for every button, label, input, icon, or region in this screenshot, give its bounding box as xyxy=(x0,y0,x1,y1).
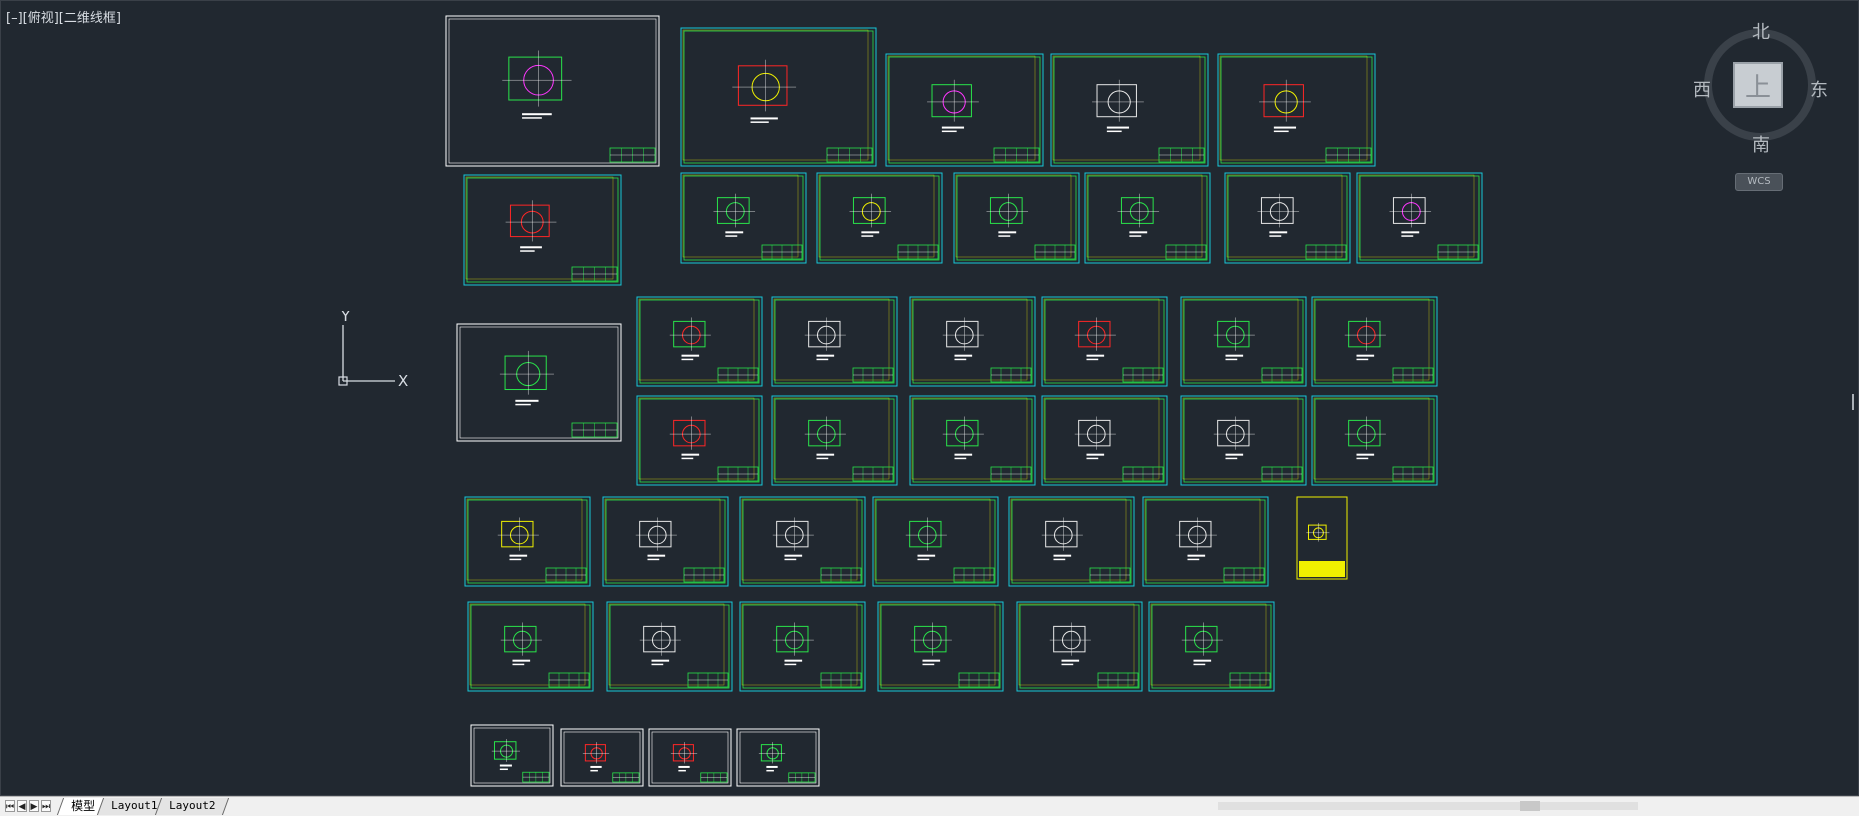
drawing-sheet[interactable] xyxy=(739,601,866,692)
drawing-sheet[interactable] xyxy=(648,728,732,787)
horizontal-scroll-thumb[interactable] xyxy=(1520,801,1540,811)
drawing-sheet[interactable] xyxy=(1296,496,1348,580)
drawing-sheet[interactable] xyxy=(636,296,763,387)
layout-tab-bar: ⏮ ◀ ▶ ⏭ 模型 Layout1 Layout2 xyxy=(0,796,1859,816)
tab-model-label: 模型 xyxy=(71,799,96,813)
drawing-sheet[interactable] xyxy=(739,496,866,587)
drawing-sheet[interactable] xyxy=(463,174,622,286)
drawing-sheet[interactable] xyxy=(1311,395,1438,486)
drawing-sheet[interactable] xyxy=(602,496,729,587)
drawing-sheet[interactable] xyxy=(1041,395,1168,486)
drawing-sheet[interactable] xyxy=(467,601,594,692)
tab-layout2-label: Layout2 xyxy=(169,799,216,812)
sheets-canvas xyxy=(445,15,1483,787)
tab-layout1-label: Layout1 xyxy=(111,799,158,812)
compass-east[interactable]: 东 xyxy=(1810,76,1828,102)
drawing-sheet[interactable] xyxy=(816,172,943,264)
ucs-x-label: X xyxy=(398,372,408,390)
viewcube-icon[interactable]: 上 北 南 东 西 xyxy=(1693,15,1828,156)
drawing-sheet[interactable] xyxy=(680,27,877,167)
drawing-sheet[interactable] xyxy=(877,601,1004,692)
drawing-sheet[interactable] xyxy=(872,496,999,587)
drawing-sheet[interactable] xyxy=(1084,172,1211,264)
drawing-sheet[interactable] xyxy=(771,395,898,486)
compass-north[interactable]: 北 xyxy=(1752,18,1770,44)
drawing-sheet[interactable] xyxy=(736,728,820,787)
drawing-sheet[interactable] xyxy=(1217,53,1376,167)
last-tab-icon[interactable]: ⏭ xyxy=(41,800,51,812)
drawing-sheet[interactable] xyxy=(1008,496,1135,587)
tab-layout2[interactable]: Layout2 xyxy=(154,798,230,815)
compass-south[interactable]: 南 xyxy=(1752,131,1770,157)
drawing-sheet[interactable] xyxy=(1356,172,1483,264)
drawing-sheet[interactable] xyxy=(1224,172,1351,264)
drawing-sheet[interactable] xyxy=(606,601,733,692)
drawing-sheet[interactable] xyxy=(636,395,763,486)
viewport-edge-marker xyxy=(1852,394,1854,410)
drawing-sheet[interactable] xyxy=(456,323,622,442)
horizontal-scrollbar[interactable] xyxy=(1218,802,1638,810)
drawing-sheet[interactable] xyxy=(909,395,1036,486)
drawing-sheet[interactable] xyxy=(1041,296,1168,387)
drawing-sheet[interactable] xyxy=(1311,296,1438,387)
drawing-sheet[interactable] xyxy=(470,724,554,787)
drawing-sheet[interactable] xyxy=(464,496,591,587)
wcs-menu-button[interactable]: WCS xyxy=(1735,173,1783,191)
drawing-sheet[interactable] xyxy=(885,53,1044,167)
drawing-sheet[interactable] xyxy=(953,172,1080,264)
ucs-y-label: Y xyxy=(340,311,351,325)
drawing-sheet[interactable] xyxy=(445,15,660,167)
drawing-sheet[interactable] xyxy=(1050,53,1209,167)
ucs-axes-icon: Y X xyxy=(338,311,408,390)
drawing-sheet[interactable] xyxy=(1180,296,1307,387)
drawing-sheet[interactable] xyxy=(680,172,807,264)
viewcube-top-face[interactable]: 上 xyxy=(1733,62,1783,108)
drawing-sheet[interactable] xyxy=(1016,601,1143,692)
drawing-sheet[interactable] xyxy=(1180,395,1307,486)
drawing-viewport[interactable]: [–][俯视][二维线框] Y X 上 北 南 东 西 WCS xyxy=(0,0,1859,796)
first-tab-icon[interactable]: ⏮ xyxy=(5,800,15,812)
prev-tab-icon[interactable]: ◀ xyxy=(17,800,27,812)
drawing-sheet[interactable] xyxy=(1148,601,1275,692)
drawing-sheet[interactable] xyxy=(771,296,898,387)
drawing-sheet[interactable] xyxy=(1142,496,1269,587)
compass-west[interactable]: 西 xyxy=(1693,76,1711,102)
drawing-sheet[interactable] xyxy=(560,728,644,787)
next-tab-icon[interactable]: ▶ xyxy=(29,800,39,812)
drawing-sheet[interactable] xyxy=(909,296,1036,387)
